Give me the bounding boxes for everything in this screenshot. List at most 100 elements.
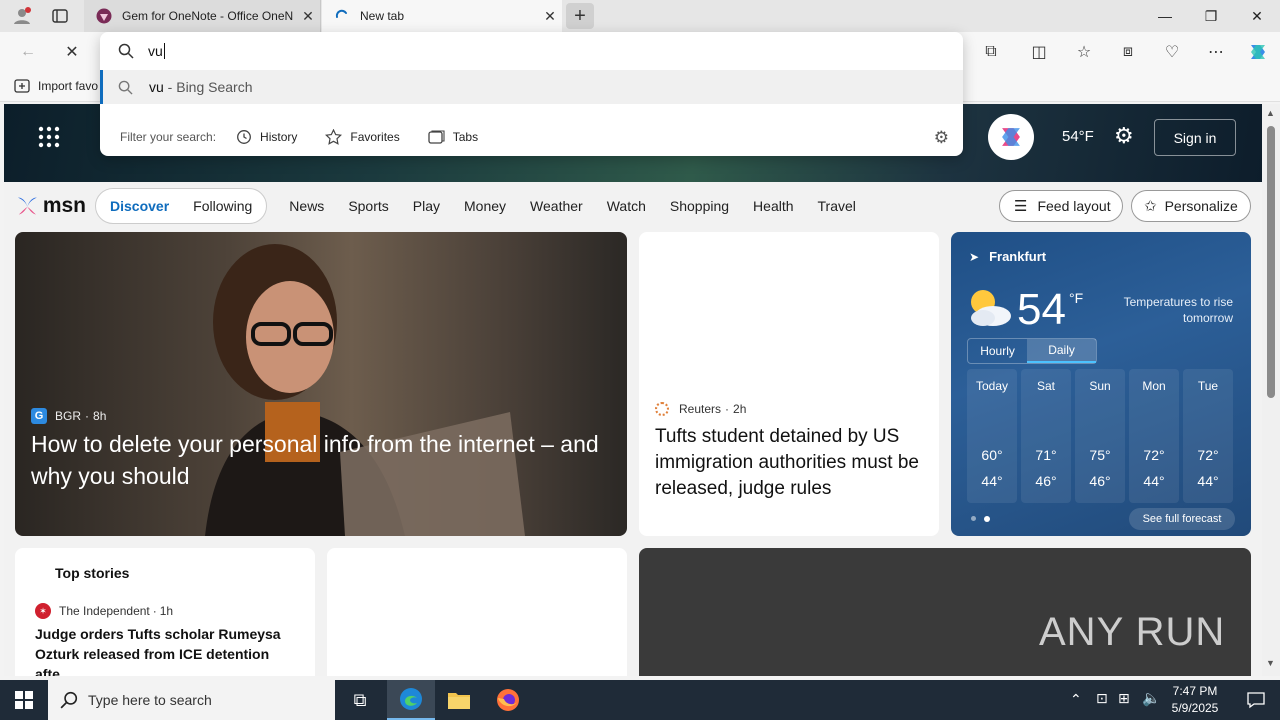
msn-butterfly-icon xyxy=(17,197,37,215)
nav-watch[interactable]: Watch xyxy=(607,198,646,214)
show-hidden-icons-button[interactable]: ⌃ xyxy=(1070,691,1082,708)
hero-headline[interactable]: How to delete your personal info from th… xyxy=(31,428,616,492)
close-tab-icon[interactable]: ✕ xyxy=(538,8,562,25)
source-name: Reuters xyxy=(679,402,722,416)
start-button[interactable] xyxy=(0,680,48,720)
tab-new-tab[interactable]: New tab ✕ xyxy=(322,0,562,32)
tab-gem-onenote[interactable]: Gem for OneNote - Office OneN ✕ xyxy=(84,0,321,32)
day-low: 46° xyxy=(1035,473,1057,489)
network-status-icon[interactable]: ⊡ xyxy=(1096,690,1108,707)
address-input[interactable]: vu xyxy=(148,43,165,59)
tab-following[interactable]: Following xyxy=(193,198,252,214)
new-tab-button[interactable]: + xyxy=(566,3,594,29)
minimize-button[interactable]: — xyxy=(1142,0,1188,32)
feed-layout-button[interactable]: ☰ Feed layout xyxy=(999,190,1123,222)
extensions-button[interactable]: ⧉ xyxy=(975,36,1007,68)
filter-favorites[interactable]: Favorites xyxy=(325,129,400,145)
forecast-day[interactable]: Sun 75° 46° xyxy=(1075,369,1125,503)
tab-daily[interactable]: Daily xyxy=(1027,339,1096,363)
independent-logo-icon: ✶ xyxy=(35,603,51,619)
scroll-up-arrow[interactable]: ▲ xyxy=(1266,108,1275,118)
reuters-story-meta: Reuters · 2h xyxy=(655,402,746,416)
tab-discover[interactable]: Discover xyxy=(110,198,169,214)
tab-hourly[interactable]: Hourly xyxy=(968,339,1027,363)
empty-story-card[interactable] xyxy=(327,548,627,676)
clock[interactable]: 7:47 PM 5/9/2025 xyxy=(1164,683,1226,717)
nav-shopping[interactable]: Shopping xyxy=(670,198,729,214)
filter-history[interactable]: History xyxy=(236,129,297,145)
nav-weather[interactable]: Weather xyxy=(530,198,583,214)
dot-separator: · xyxy=(85,409,90,423)
see-full-forecast-link[interactable]: See full forecast xyxy=(1129,508,1235,530)
star-icon xyxy=(325,129,343,145)
forecast-day[interactable]: Today 60° 44° xyxy=(967,369,1017,503)
search-settings-icon[interactable]: ⚙ xyxy=(934,128,949,148)
page-scrollbar[interactable]: ▲ ▼ xyxy=(1262,104,1280,676)
edge-taskbar-button[interactable] xyxy=(387,680,435,720)
split-screen-button[interactable]: ◫ xyxy=(1023,36,1055,68)
volume-icon[interactable]: 🔈 xyxy=(1142,689,1161,707)
hero-temperature[interactable]: 54°F xyxy=(1062,128,1094,145)
scroll-down-arrow[interactable]: ▼ xyxy=(1266,658,1275,668)
history-icon xyxy=(237,130,251,144)
firefox-button[interactable] xyxy=(484,680,532,720)
close-tab-icon[interactable]: ✕ xyxy=(296,8,320,25)
nav-travel[interactable]: Travel xyxy=(818,198,856,214)
forecast-day[interactable]: Mon 72° 44° xyxy=(1129,369,1179,503)
close-window-button[interactable]: ✕ xyxy=(1234,0,1280,32)
forecast-day[interactable]: Tue 72° 44° xyxy=(1183,369,1233,503)
personalize-label: Personalize xyxy=(1164,198,1238,214)
scroll-thumb[interactable] xyxy=(1267,126,1275,398)
pivot-switch: Discover Following xyxy=(95,188,268,224)
day-label: Sat xyxy=(1036,379,1055,393)
forecast-days: Today 60° 44° Sat 71° 46° Sun 75° 46° Mo… xyxy=(967,369,1233,503)
carousel-dot-active xyxy=(984,516,990,522)
favorites-button[interactable]: ☆ xyxy=(1068,36,1100,68)
taskbar-search-box[interactable]: Type here to search xyxy=(48,680,335,720)
day-high: 60° xyxy=(981,447,1003,463)
video-card[interactable]: ANY RUN xyxy=(639,548,1251,676)
nav-money[interactable]: Money xyxy=(464,198,506,214)
filter-tabs[interactable]: Tabs xyxy=(428,129,478,145)
copilot-button[interactable] xyxy=(1242,36,1274,68)
tab-actions-button[interactable] xyxy=(44,4,76,28)
day-high: 71° xyxy=(1035,447,1057,463)
msn-logo[interactable]: msn xyxy=(16,194,86,218)
restore-button[interactable]: ❐ xyxy=(1188,0,1234,32)
import-icon xyxy=(14,79,30,93)
nav-play[interactable]: Play xyxy=(413,198,440,214)
personalize-button[interactable]: ✩ Personalize xyxy=(1131,190,1251,222)
msn-settings-icon[interactable]: ⚙ xyxy=(1114,123,1134,149)
weather-card[interactable]: ➤ Frankfurt 54 °F Temperatures to rise t… xyxy=(951,232,1251,536)
settings-more-button[interactable]: ⋯ xyxy=(1200,36,1232,68)
sign-in-button[interactable]: Sign in xyxy=(1154,119,1236,156)
day-low: 44° xyxy=(1143,473,1165,489)
copilot-hero-button[interactable] xyxy=(988,114,1034,160)
address-bar[interactable]: vu xyxy=(100,32,963,70)
import-favorites-button[interactable]: Import favo xyxy=(14,78,98,94)
file-explorer-button[interactable] xyxy=(435,680,483,720)
apps-grid-button[interactable] xyxy=(38,126,60,148)
profile-avatar[interactable] xyxy=(8,4,36,28)
nav-news[interactable]: News xyxy=(289,198,324,214)
nav-health[interactable]: Health xyxy=(753,198,793,214)
carousel-dots[interactable] xyxy=(971,516,990,522)
browser-essentials-button[interactable]: ♡ xyxy=(1156,36,1188,68)
stop-button[interactable]: ✕ xyxy=(56,36,88,68)
reuters-headline[interactable]: Tufts student detained by US immigration… xyxy=(655,424,927,502)
reuters-story-card[interactable]: Reuters · 2h Tufts student detained by U… xyxy=(639,232,939,536)
top-stories-title[interactable]: Top stories xyxy=(55,565,129,581)
suggestion-item-bing[interactable]: vu - Bing Search xyxy=(100,70,963,104)
task-view-button[interactable]: ⧉ xyxy=(336,680,384,720)
collections-button[interactable]: ⧈ xyxy=(1112,36,1144,68)
hero-story-card[interactable]: G BGR · 8h How to delete your personal i… xyxy=(15,232,627,536)
nav-sports[interactable]: Sports xyxy=(348,198,388,214)
weather-location[interactable]: ➤ Frankfurt xyxy=(969,249,1046,264)
ethernet-icon[interactable]: ⊞ xyxy=(1118,690,1130,707)
msn-page: 54°F ⚙ Sign in msn Discover Following Ne… xyxy=(4,104,1262,676)
forecast-day[interactable]: Sat 71° 46° xyxy=(1021,369,1071,503)
task-view-icon: ⧉ xyxy=(353,689,367,710)
back-button[interactable]: ← xyxy=(12,36,44,68)
top-story-headline[interactable]: Judge orders Tufts scholar Rumeysa Oztur… xyxy=(35,624,303,676)
notifications-button[interactable] xyxy=(1232,680,1280,720)
